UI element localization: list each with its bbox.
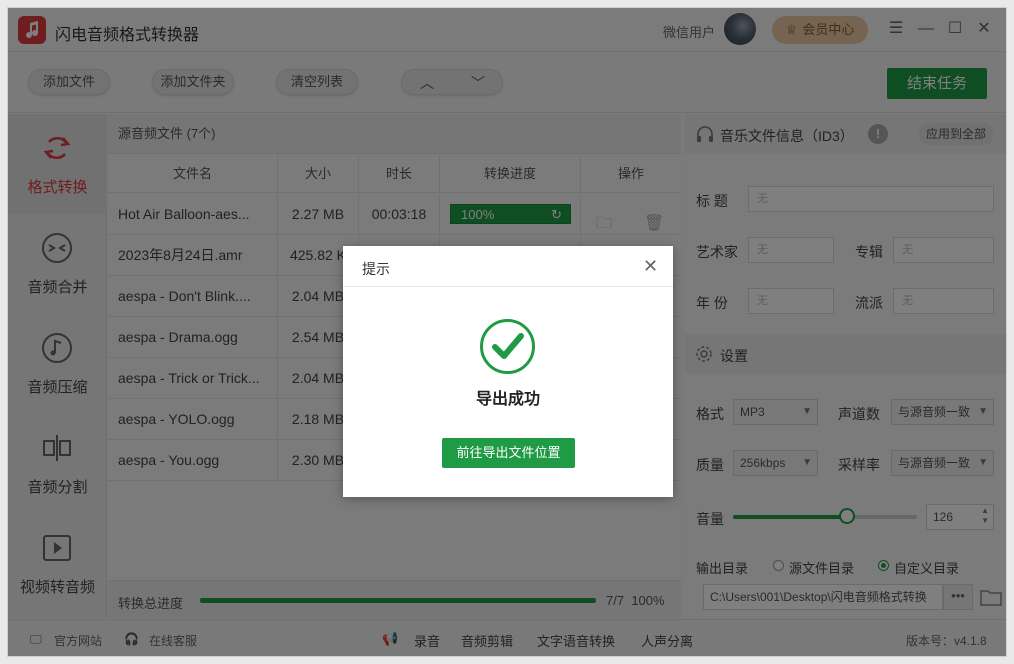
dialog-header: 提示 ✕ (343, 246, 673, 287)
check-circle-icon (480, 319, 535, 374)
open-export-location-button[interactable]: 前往导出文件位置 (442, 438, 575, 468)
app-window: 闪电音频格式转换器 微信用户 ♕会员中心 ☰ — ☐ ✕ 添加文件 添加文件夹 … (7, 7, 1007, 657)
dialog-title: 提示 (362, 261, 390, 277)
dialog-message: 导出成功 (475, 391, 540, 408)
close-icon[interactable]: ✕ (643, 257, 658, 275)
success-dialog: 提示 ✕ 导出成功 前往导出文件位置 (343, 246, 673, 497)
